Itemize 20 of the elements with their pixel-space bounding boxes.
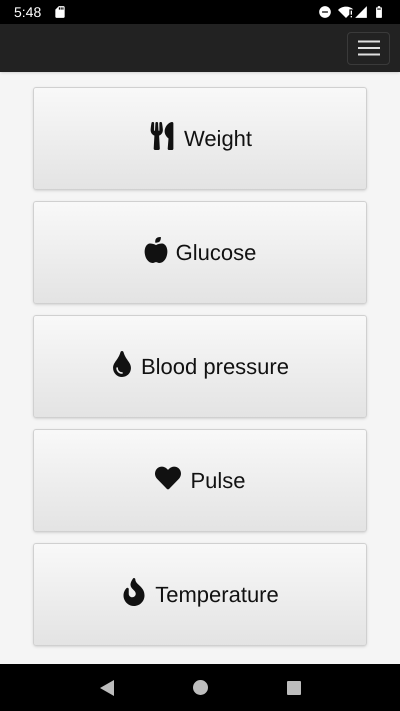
menu-tile-button[interactable]: Pulse (33, 429, 367, 532)
heart-icon (154, 464, 182, 490)
sd-card-icon (53, 5, 68, 19)
menu-icon (358, 40, 380, 56)
flame-icon (121, 578, 148, 606)
menu-tile-button[interactable]: Glucose (33, 201, 367, 304)
menu-tile-button[interactable]: Blood pressure (33, 315, 367, 418)
menu-tile-button[interactable]: Temperature (33, 543, 367, 646)
utensils-icon (148, 122, 176, 150)
do-not-disturb-icon (318, 5, 332, 19)
menu-button[interactable] (347, 32, 390, 64)
status-time: 5:48 (14, 2, 42, 22)
signal-icon (354, 5, 368, 19)
apple-icon (144, 236, 168, 262)
menu-tile-button[interactable]: Weight (33, 87, 367, 190)
drop-icon (111, 350, 133, 376)
back-icon (100, 680, 114, 696)
recents-icon (286, 680, 300, 694)
home-icon (192, 680, 208, 695)
wifi-icon (338, 4, 354, 20)
